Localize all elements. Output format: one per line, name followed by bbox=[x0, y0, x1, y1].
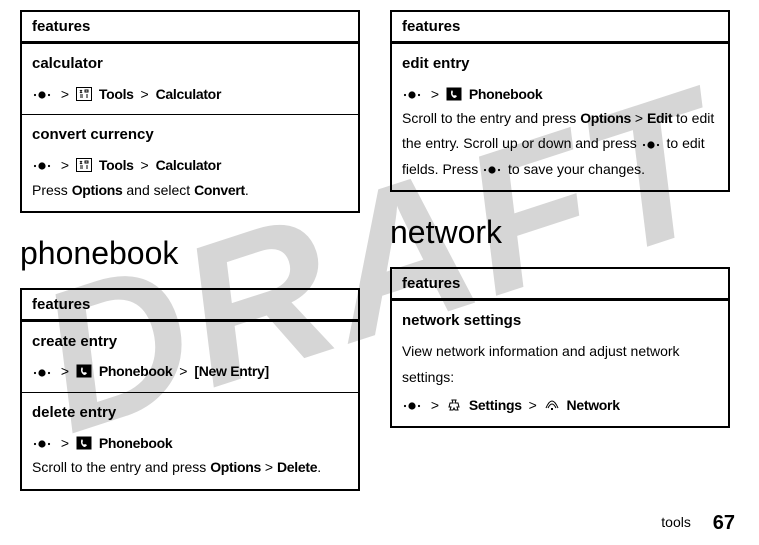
nav-sequence: > Phonebook > [New Entry] bbox=[32, 360, 348, 384]
features-table-network: features network settings View network i… bbox=[390, 267, 730, 428]
text: . bbox=[245, 182, 249, 198]
menu-label: Options bbox=[210, 459, 261, 475]
menu-label: Calculator bbox=[156, 86, 221, 102]
center-key-icon bbox=[402, 401, 422, 411]
network-icon bbox=[544, 398, 560, 412]
chevron-right-icon: > bbox=[141, 157, 149, 173]
chevron-right-icon: > bbox=[61, 435, 69, 451]
nav-sequence: > Settings > Network bbox=[402, 394, 718, 418]
text: Press bbox=[32, 182, 72, 198]
right-column: features edit entry > Phonebook Scroll t… bbox=[390, 10, 730, 513]
center-key-icon bbox=[32, 161, 52, 171]
phonebook-icon bbox=[446, 87, 462, 101]
chevron-right-icon: > bbox=[61, 157, 69, 173]
chevron-right-icon: > bbox=[61, 86, 69, 102]
text: to save your changes. bbox=[504, 161, 645, 177]
center-key-icon bbox=[32, 368, 52, 378]
page-number: 67 bbox=[713, 512, 735, 534]
menu-label: Options bbox=[580, 110, 631, 126]
menu-label: Phonebook bbox=[99, 363, 173, 379]
features-table-phonebook: features create entry > Phonebook > [New… bbox=[20, 288, 360, 491]
menu-label: Options bbox=[72, 182, 123, 198]
feature-body: Scroll to the entry and press Options > … bbox=[402, 106, 718, 182]
nav-sequence: > Phonebook bbox=[32, 432, 348, 456]
feature-title: network settings bbox=[402, 308, 718, 334]
feature-edit-entry: edit entry > Phonebook Scroll to the ent… bbox=[392, 44, 728, 190]
feature-title: convert currency bbox=[32, 122, 348, 148]
menu-label: Phonebook bbox=[99, 435, 173, 451]
chevron-right-icon: > bbox=[179, 363, 187, 379]
table-header: features bbox=[392, 269, 728, 301]
nav-sequence: > Phonebook bbox=[402, 83, 718, 107]
menu-label: Settings bbox=[469, 397, 522, 413]
feature-title: calculator bbox=[32, 51, 348, 77]
feature-body: Scroll to the entry and press Options > … bbox=[32, 455, 348, 480]
feature-calculator: calculator > Tools > Calculator bbox=[22, 44, 358, 115]
text: . bbox=[317, 459, 321, 475]
footer-label: tools bbox=[661, 514, 691, 530]
menu-label: Network bbox=[567, 397, 620, 413]
menu-label: Tools bbox=[99, 86, 134, 102]
text: > bbox=[261, 459, 277, 475]
chevron-right-icon: > bbox=[61, 363, 69, 379]
page-footer: tools 67 bbox=[661, 512, 735, 535]
feature-create-entry: create entry > Phonebook > [New Entry] bbox=[22, 322, 358, 393]
text: and select bbox=[122, 182, 194, 198]
center-key-icon bbox=[482, 165, 502, 175]
center-key-icon bbox=[32, 90, 52, 100]
left-column: features calculator > Tools > Calculator… bbox=[20, 10, 360, 513]
feature-convert-currency: convert currency > Tools > Calculator Pr… bbox=[22, 115, 358, 210]
feature-network-settings: network settings View network informatio… bbox=[392, 301, 728, 426]
feature-title: delete entry bbox=[32, 400, 348, 426]
features-table-tools: features calculator > Tools > Calculator… bbox=[20, 10, 360, 213]
phonebook-icon bbox=[76, 436, 92, 450]
feature-delete-entry: delete entry > Phonebook Scroll to the e… bbox=[22, 393, 358, 488]
feature-body: View network information and adjust netw… bbox=[402, 339, 718, 389]
menu-label: [New Entry] bbox=[194, 363, 269, 379]
nav-sequence: > Tools > Calculator bbox=[32, 83, 348, 107]
feature-title: create entry bbox=[32, 329, 348, 355]
table-header: features bbox=[22, 290, 358, 322]
settings-icon bbox=[446, 398, 462, 412]
features-table-phonebook-2: features edit entry > Phonebook Scroll t… bbox=[390, 10, 730, 192]
nav-sequence: > Tools > Calculator bbox=[32, 154, 348, 178]
text: > bbox=[631, 110, 647, 126]
menu-label: Tools bbox=[99, 157, 134, 173]
text: Scroll to the entry and press bbox=[32, 459, 210, 475]
feature-body: Press Options and select Convert. bbox=[32, 178, 348, 203]
chevron-right-icon: > bbox=[529, 397, 537, 413]
section-heading-phonebook: phonebook bbox=[20, 235, 360, 272]
text: Scroll to the entry and press bbox=[402, 110, 580, 126]
table-header: features bbox=[22, 12, 358, 44]
section-heading-network: network bbox=[390, 214, 730, 251]
table-header: features bbox=[392, 12, 728, 44]
menu-label: Delete bbox=[277, 459, 317, 475]
chevron-right-icon: > bbox=[431, 397, 439, 413]
chevron-right-icon: > bbox=[141, 86, 149, 102]
center-key-icon bbox=[641, 140, 661, 150]
menu-label: Calculator bbox=[156, 157, 221, 173]
chevron-right-icon: > bbox=[431, 86, 439, 102]
center-key-icon bbox=[32, 439, 52, 449]
page-content: features calculator > Tools > Calculator… bbox=[0, 0, 759, 513]
menu-label: Phonebook bbox=[469, 86, 543, 102]
menu-label: Convert bbox=[194, 182, 245, 198]
menu-label: Edit bbox=[647, 110, 672, 126]
tools-icon bbox=[76, 87, 92, 101]
center-key-icon bbox=[402, 90, 422, 100]
feature-title: edit entry bbox=[402, 51, 718, 77]
phonebook-icon bbox=[76, 364, 92, 378]
tools-icon bbox=[76, 158, 92, 172]
